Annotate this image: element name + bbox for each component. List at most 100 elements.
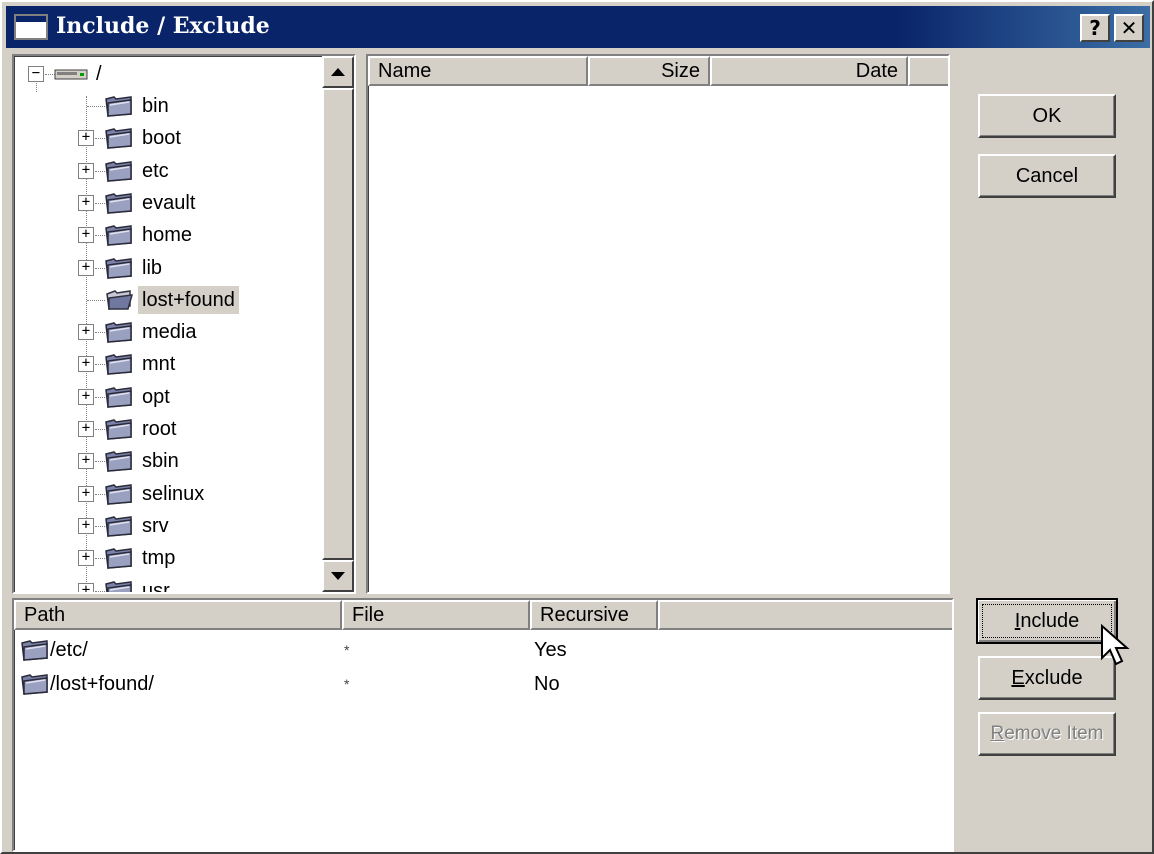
- include-label: Include: [1014, 610, 1080, 632]
- remove-item-button[interactable]: Remove Item: [978, 712, 1116, 756]
- drive-icon: [54, 69, 88, 80]
- folder-icon: [105, 386, 132, 408]
- include-button[interactable]: Include: [976, 598, 1118, 644]
- file-list[interactable]: Name Size Date: [366, 54, 950, 594]
- expand-icon[interactable]: +: [78, 227, 94, 244]
- folder-open-icon: [106, 289, 134, 310]
- column-header-date[interactable]: Date: [710, 56, 908, 86]
- folder-icon: [105, 419, 132, 440]
- tree-root-label: /: [96, 63, 102, 85]
- list-item[interactable]: /lost+found/ * No: [14, 670, 952, 700]
- scroll-down-button[interactable]: [322, 560, 354, 592]
- tree-item[interactable]: + home: [14, 219, 324, 251]
- file-cell: *: [344, 642, 350, 658]
- tree-item[interactable]: + lib: [14, 252, 324, 284]
- folder-icon: [21, 640, 48, 661]
- folder-icon: [105, 193, 132, 214]
- column-header-size[interactable]: Size: [588, 56, 710, 86]
- list-item[interactable]: /etc/ * Yes: [14, 636, 952, 666]
- help-button[interactable]: ?: [1080, 14, 1110, 42]
- tree-item-label: etc: [142, 159, 169, 182]
- expand-icon[interactable]: +: [78, 421, 94, 437]
- folder-icon: [105, 451, 132, 473]
- expand-icon[interactable]: +: [78, 162, 94, 179]
- folder-icon: [105, 225, 132, 247]
- tree-item-label: usr: [142, 579, 170, 594]
- tree-item[interactable]: + opt: [14, 381, 324, 413]
- tree-item-label: lib: [142, 256, 163, 279]
- column-header-path[interactable]: Path: [14, 600, 342, 630]
- tree-item[interactable]: + boot: [14, 122, 324, 154]
- tree-item-label: home: [142, 224, 193, 247]
- collapse-icon[interactable]: −: [28, 66, 44, 82]
- column-header-filler: [908, 56, 948, 86]
- cancel-label: Cancel: [1015, 165, 1079, 187]
- tree-item[interactable]: + root: [14, 413, 324, 445]
- tree-item-label: root: [142, 418, 177, 440]
- directory-tree[interactable]: − / bin + boot + etc + evault + home + lib lost+fou…: [12, 54, 356, 594]
- tree-item-label: boot: [142, 127, 181, 150]
- ok-button[interactable]: OK: [978, 94, 1116, 138]
- expand-icon[interactable]: +: [78, 324, 94, 341]
- exclude-button[interactable]: Exclude: [978, 656, 1116, 700]
- expand-icon[interactable]: +: [78, 130, 94, 147]
- tree-root-row[interactable]: − /: [14, 58, 324, 90]
- expand-icon[interactable]: +: [78, 259, 94, 276]
- expand-icon[interactable]: +: [78, 550, 94, 567]
- column-header-recursive[interactable]: Recursive: [530, 600, 658, 630]
- exclude-label: Exclude: [1011, 667, 1083, 689]
- tree-item[interactable]: bin: [14, 90, 324, 122]
- tree-item[interactable]: + media: [14, 316, 324, 348]
- close-button[interactable]: ✕: [1114, 14, 1144, 42]
- folder-icon: [105, 322, 132, 343]
- window-icon: [14, 14, 48, 40]
- tree-item[interactable]: lost+found: [14, 284, 324, 316]
- tree-item-label: media: [142, 321, 197, 344]
- tree-item[interactable]: + etc: [14, 155, 324, 187]
- column-header-filler: [658, 600, 952, 630]
- folder-icon: [105, 128, 132, 150]
- expand-icon[interactable]: +: [78, 356, 94, 373]
- expand-icon[interactable]: +: [78, 194, 94, 211]
- recursive-cell: Yes: [534, 639, 567, 661]
- folder-icon: [105, 516, 132, 537]
- file-cell: *: [344, 676, 350, 692]
- tree-scrollbar[interactable]: [322, 56, 354, 592]
- tree-item-label: lost+found: [138, 285, 239, 314]
- expand-icon[interactable]: +: [78, 453, 94, 470]
- tree-item-label: mnt: [142, 353, 176, 376]
- cancel-button[interactable]: Cancel: [978, 154, 1116, 198]
- tree-item[interactable]: + usr: [14, 575, 324, 594]
- expand-icon[interactable]: +: [78, 388, 94, 405]
- tree-item[interactable]: + mnt: [14, 348, 324, 380]
- path-cell: /lost+found/: [50, 673, 154, 695]
- tree-item[interactable]: + selinux: [14, 478, 324, 510]
- expand-icon[interactable]: +: [78, 485, 94, 502]
- tree-item[interactable]: + evault: [14, 187, 324, 219]
- scroll-thumb[interactable]: [322, 88, 354, 560]
- expand-icon[interactable]: +: [78, 582, 94, 592]
- tree-item-label: srv: [142, 514, 169, 537]
- tree-item-label: opt: [142, 385, 170, 408]
- expand-icon[interactable]: +: [78, 517, 94, 534]
- include-exclude-dialog: Include / Exclude ? ✕ − / bin + boot + etc + e…: [0, 0, 1154, 854]
- folder-icon: [105, 548, 132, 570]
- folder-icon: [105, 580, 132, 592]
- folder-icon: [105, 160, 132, 182]
- ok-label: OK: [1032, 105, 1062, 127]
- tree-item-label: tmp: [142, 547, 176, 570]
- tree-item[interactable]: + srv: [14, 510, 324, 542]
- tree-item-label: bin: [142, 95, 169, 117]
- tree-item-label: evault: [142, 191, 196, 214]
- folder-icon: [105, 257, 132, 279]
- arrow-down-icon: [331, 572, 345, 580]
- tree-item-label: selinux: [142, 482, 205, 505]
- arrow-up-icon: [331, 68, 345, 76]
- column-header-file[interactable]: File: [342, 600, 530, 630]
- scroll-up-button[interactable]: [322, 56, 354, 88]
- column-header-name[interactable]: Name: [368, 56, 588, 86]
- title-bar[interactable]: Include / Exclude ? ✕: [6, 6, 1150, 48]
- tree-item[interactable]: + sbin: [14, 445, 324, 477]
- include-exclude-list[interactable]: Path File Recursive /etc/ * Yes/lost+found…: [12, 598, 954, 852]
- tree-item[interactable]: + tmp: [14, 542, 324, 574]
